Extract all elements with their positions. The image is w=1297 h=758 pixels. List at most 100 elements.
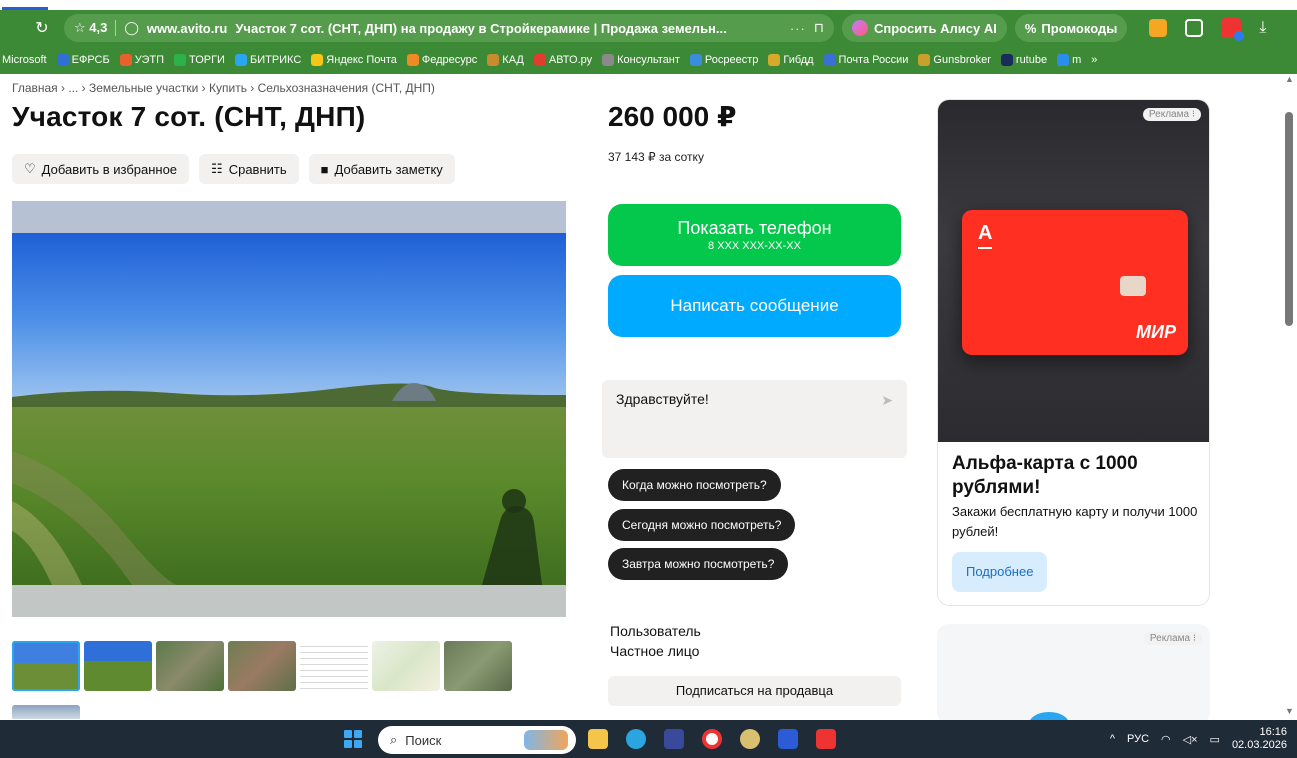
bookmark-label: Gunsbroker	[933, 54, 991, 66]
bookmark-item[interactable]: ТОРГИ	[173, 54, 225, 66]
ad-banner[interactable]: А МИР Реклама ⁝ Альфа-карта с 1000 рубля…	[937, 99, 1210, 606]
taskbar-search[interactable]: ⌕ Поиск	[378, 726, 576, 754]
compare-button[interactable]: ☷ Сравнить	[199, 154, 299, 184]
seller-name[interactable]: Пользователь	[610, 623, 701, 639]
extension-icon[interactable]	[1149, 19, 1168, 37]
main-photo[interactable]	[12, 201, 566, 617]
bookmark-icon	[689, 54, 702, 66]
scroll-down-icon[interactable]: ▼	[1285, 706, 1294, 716]
thumbnail[interactable]	[156, 641, 224, 691]
subscribe-seller-button[interactable]: Подписаться на продавца	[608, 676, 901, 706]
bookmark-icon	[234, 54, 247, 66]
bookmark-label: КАД	[502, 54, 524, 66]
bookmark-item[interactable]: Microsoft	[2, 54, 47, 66]
bookmark-item[interactable]: Почта России	[823, 54, 908, 66]
volume-icon[interactable]: ◁×	[1183, 733, 1198, 746]
yandex-browser-icon[interactable]	[702, 729, 722, 749]
site-rating[interactable]: ☆ 4,3	[74, 20, 107, 36]
bookmark-item[interactable]: Консультант	[602, 54, 680, 66]
quick-reply-1[interactable]: Когда можно посмотреть?	[608, 469, 781, 501]
bookmark-icon	[56, 54, 69, 66]
app-icon[interactable]	[664, 729, 684, 749]
promo-button[interactable]: % Промокоды	[1014, 14, 1128, 42]
shield-icon[interactable]: ◯	[124, 20, 139, 36]
bookmark-label: Федресурс	[421, 54, 478, 66]
send-icon[interactable]: ➤	[881, 392, 893, 409]
pdf-app-icon[interactable]	[816, 729, 836, 749]
bookmark-icon[interactable]: ⊓	[814, 20, 824, 36]
telegram-icon[interactable]	[626, 729, 646, 749]
browser-address-bar: ↻ ☆ 4,3 ◯ www.avito.ru Участок 7 сот. (С…	[0, 10, 1297, 46]
file-explorer-icon[interactable]	[588, 729, 608, 749]
clock[interactable]: 16:16 02.03.2026	[1232, 726, 1287, 752]
bookmark-item[interactable]: Яндекс Почта	[311, 54, 397, 66]
bookmark-icon	[533, 54, 546, 66]
more-icon[interactable]: ···	[790, 21, 806, 36]
bookmark-icon	[823, 54, 836, 66]
yandex-browser-active-icon[interactable]	[740, 729, 760, 749]
windows-start-icon[interactable]	[344, 730, 362, 748]
bookmark-item[interactable]: m	[1057, 54, 1081, 66]
bookmark-item[interactable]: КАД	[487, 54, 524, 66]
bookmark-item[interactable]: Росреестр	[689, 54, 758, 66]
bookmark-icon	[1000, 54, 1013, 66]
page-title-text: Участок 7 сот. (СНТ, ДНП) на продажу в С…	[235, 20, 727, 36]
quick-reply-2[interactable]: Сегодня можно посмотреть?	[608, 509, 796, 541]
breadcrumb[interactable]: Главная › ... › Земельные участки › Купи…	[12, 81, 435, 95]
language-indicator[interactable]: РУС	[1127, 733, 1149, 745]
quick-reply-3[interactable]: Завтра можно посмотреть?	[608, 548, 789, 580]
show-phone-label: Показать телефон	[677, 218, 832, 238]
clock-time: 16:16	[1259, 726, 1287, 738]
bookmark-item[interactable]: БИТРИКС	[234, 54, 302, 66]
collections-icon[interactable]	[1185, 19, 1204, 37]
thumbnail[interactable]	[84, 641, 152, 691]
thumbnail[interactable]	[12, 641, 80, 691]
show-phone-button[interactable]: Показать телефон 8 XXX XXX-XX-XX	[608, 204, 901, 266]
ad-badge[interactable]: Реклама ⁝	[1142, 108, 1201, 121]
pdf-extension-icon[interactable]	[1221, 18, 1245, 41]
ad-badge[interactable]: Реклама ⁝	[1143, 632, 1202, 645]
bookmark-item[interactable]: Gunsbroker	[918, 54, 991, 66]
top-link[interactable]	[0, 0, 50, 10]
bookmarks-more-icon[interactable]: »	[1091, 54, 1097, 66]
search-highlight-image	[524, 730, 568, 750]
thumbnail-next-row[interactable]	[12, 705, 80, 719]
chevron-up-icon[interactable]: ^	[1110, 733, 1115, 745]
battery-icon[interactable]: ▭	[1210, 733, 1220, 746]
thumbnail[interactable]	[228, 641, 296, 691]
price-per-are: 37 143 ₽ за сотку	[608, 150, 704, 164]
thumbnail[interactable]	[372, 641, 440, 691]
masked-phone: 8 XXX XXX-XX-XX	[708, 240, 801, 252]
add-note-button[interactable]: ■ Добавить заметку	[308, 154, 455, 184]
omnibox[interactable]: ☆ 4,3 ◯ www.avito.ru Участок 7 сот. (СНТ…	[64, 14, 834, 42]
chat-input-text[interactable]: Здравствуйте!	[616, 391, 709, 407]
scroll-thumb[interactable]	[1285, 112, 1293, 326]
wifi-icon[interactable]: ◠	[1161, 733, 1171, 746]
alisa-icon	[852, 20, 868, 36]
bookmark-item[interactable]: rutube	[1000, 54, 1047, 66]
bookmark-item[interactable]: АВТО.ру	[533, 54, 592, 66]
scroll-up-icon[interactable]: ▲	[1285, 74, 1294, 84]
bookmark-label: БИТРИКС	[249, 54, 302, 66]
bookmark-item[interactable]: Федресурс	[406, 54, 478, 66]
page-scrollbar[interactable]: ▲ ▼	[1281, 74, 1297, 720]
note-icon: ■	[320, 161, 329, 177]
write-message-button[interactable]: Написать сообщение	[608, 275, 901, 337]
bookmark-label: m	[1072, 54, 1082, 66]
bookmark-label: Консультант	[617, 54, 680, 66]
reload-icon[interactable]: ↻	[32, 18, 52, 38]
bookmark-item[interactable]: ЕФРСБ	[56, 54, 110, 66]
word-icon[interactable]	[778, 729, 798, 749]
url-text[interactable]: www.avito.ru	[147, 21, 227, 36]
chat-input[interactable]: Здравствуйте! ➤	[602, 380, 907, 458]
ad-more-button[interactable]: Подробнее	[952, 552, 1048, 592]
thumbnail[interactable]	[444, 641, 512, 691]
thumbnail[interactable]	[300, 641, 368, 691]
add-to-favorites-button[interactable]: ♡ Добавить в избранное	[12, 154, 190, 184]
download-icon[interactable]: ⤓	[1259, 19, 1266, 37]
listing-actions: ♡ Добавить в избранное ☷ Сравнить ■ Доба…	[12, 154, 455, 184]
ask-alisa-button[interactable]: Спросить Алису AI	[842, 14, 1007, 42]
bookmark-item[interactable]: Гибдд	[768, 54, 814, 66]
bookmark-item[interactable]: УЭТП	[119, 54, 164, 66]
ad-banner-2[interactable]: Реклама ⁝	[937, 624, 1210, 724]
